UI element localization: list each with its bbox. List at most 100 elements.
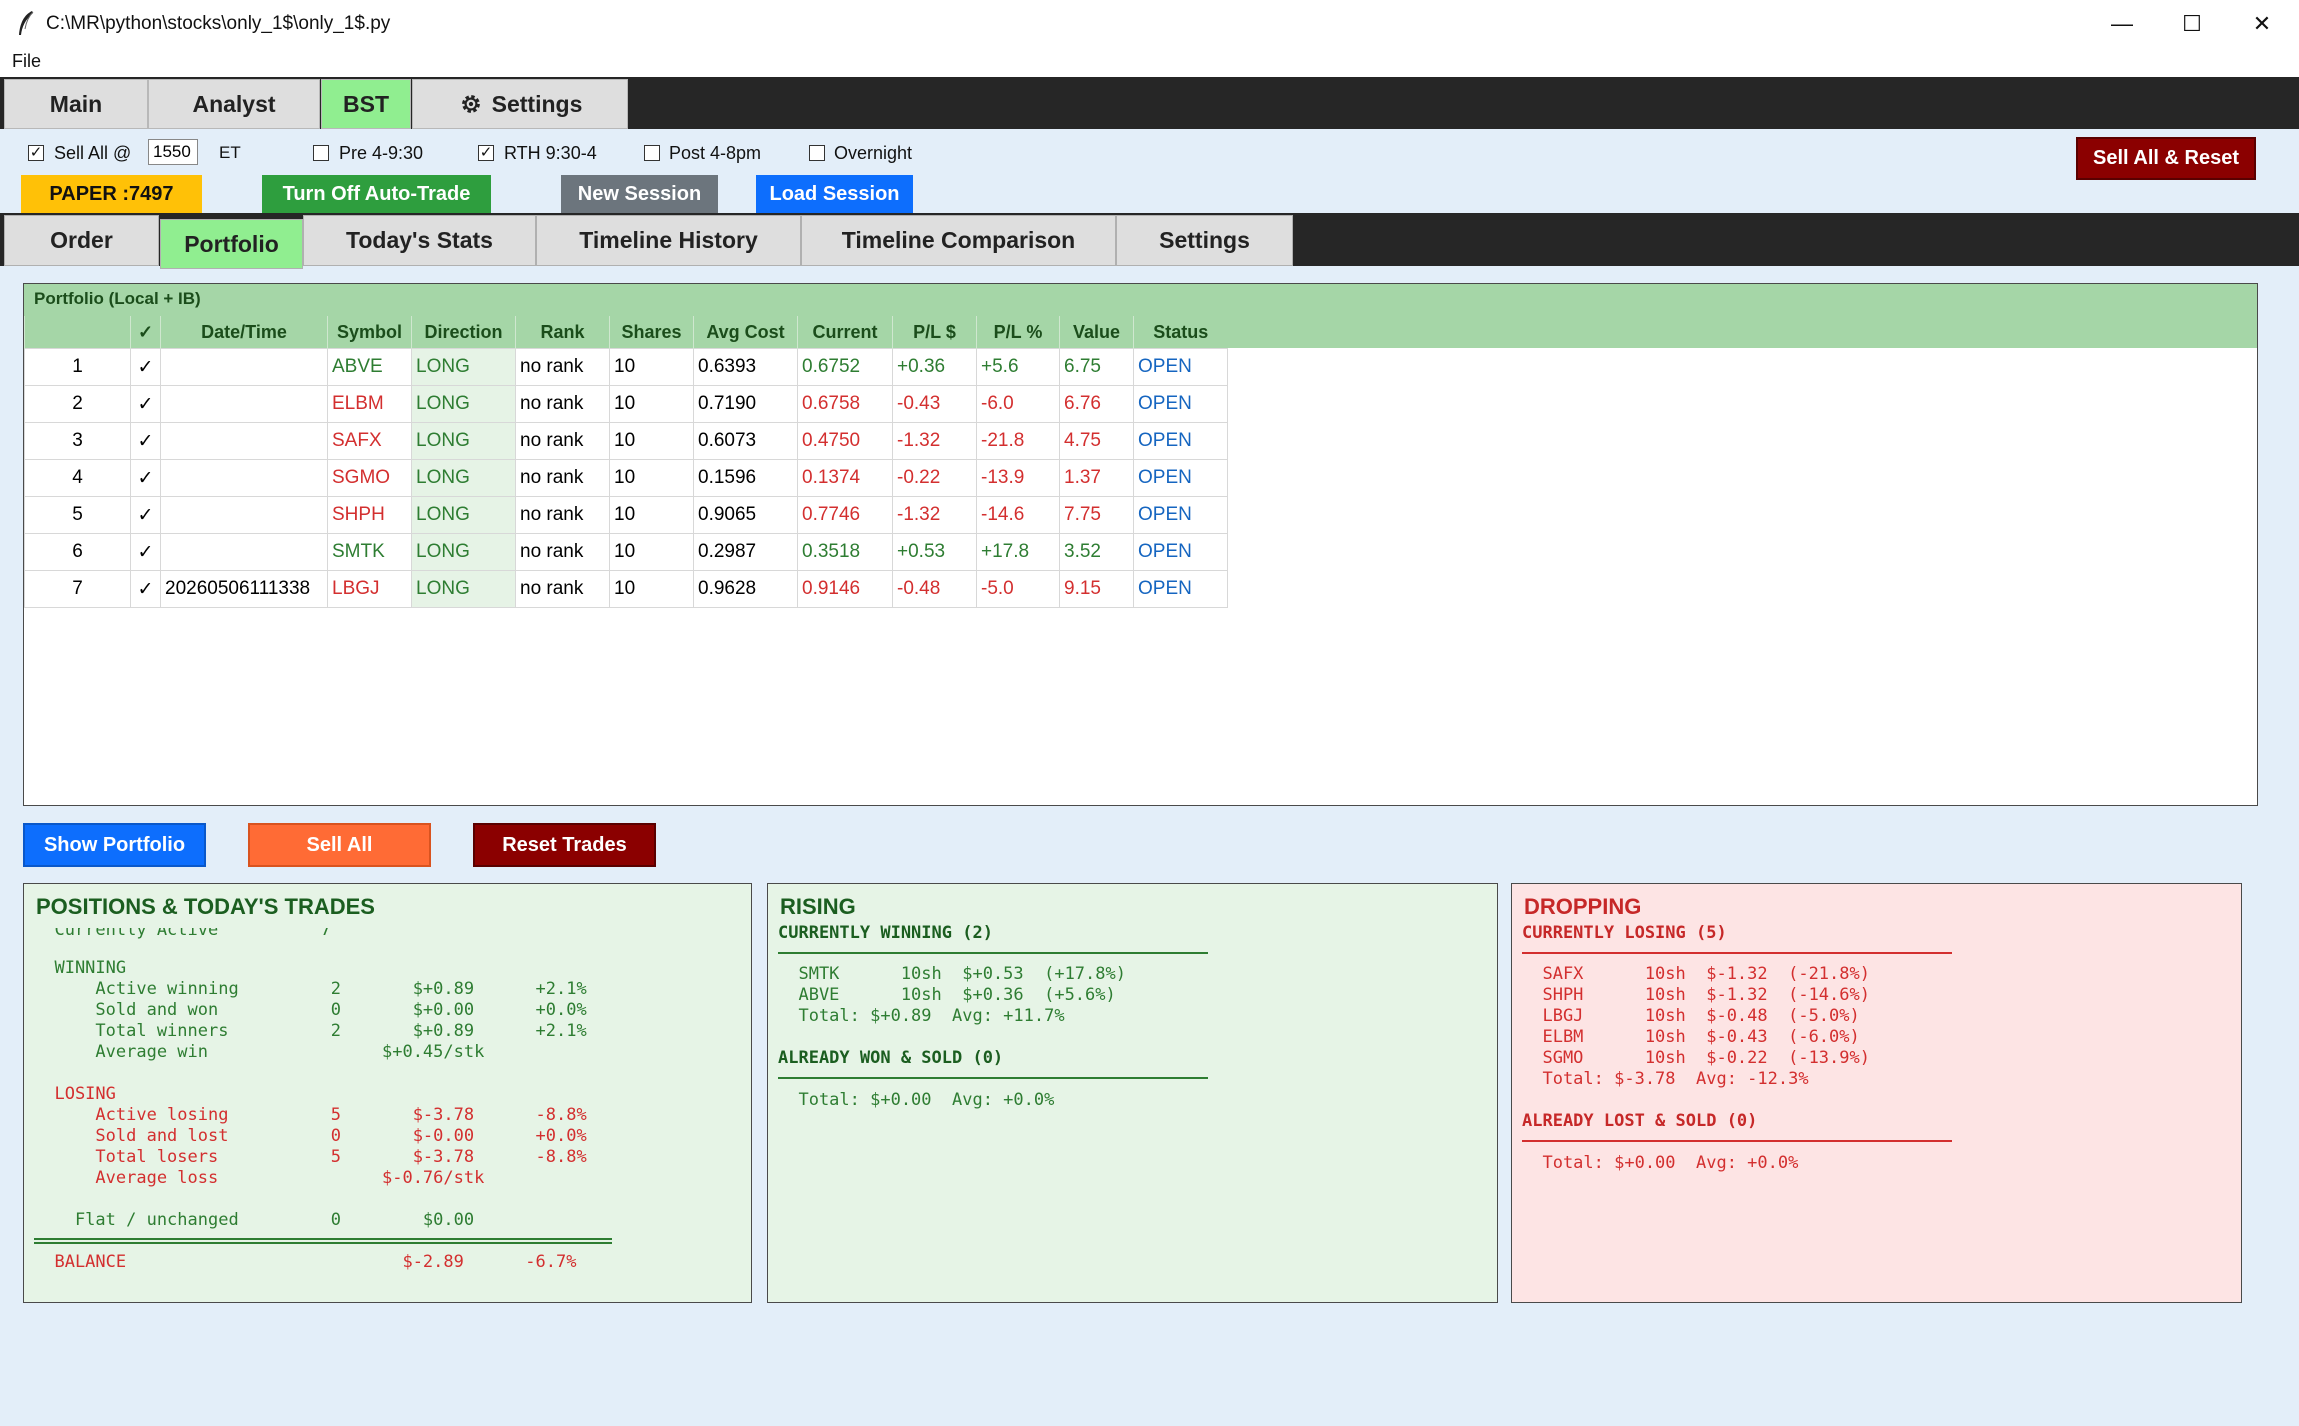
dropping-divider-1	[1522, 952, 1952, 954]
menu-bar: File	[0, 47, 2299, 78]
row-check: ✓	[130, 570, 161, 608]
tab-todays-stats[interactable]: Today's Stats	[303, 215, 536, 266]
positions-active-line: Currently Active 7	[34, 920, 331, 940]
rth-checkbox[interactable]: ✓	[478, 145, 494, 161]
row-direction: LONG	[411, 348, 516, 386]
sell-all-checkbox[interactable]: ✓	[28, 145, 44, 161]
col-pl-dollar[interactable]: P/L $	[892, 316, 977, 349]
row-rank: no rank	[515, 459, 610, 497]
post-checkbox[interactable]	[644, 145, 660, 161]
dropping-position-line: LBGJ 10sh $-0.48 (-5.0%)	[1522, 1006, 1860, 1026]
table-row[interactable]: 1 ✓ ABVE LONG no rank 10 0.6393 0.6752 +0.36 +5.6…	[24, 348, 1228, 386]
new-session-button[interactable]: New Session	[561, 175, 718, 213]
rising-title: RISING	[780, 894, 856, 919]
table-row[interactable]: 4 ✓ SGMO LONG no rank 10 0.1596 0.1374 -0.22 -13.…	[24, 459, 1228, 497]
col-index[interactable]	[24, 316, 131, 349]
row-pl-dollar: -1.32	[892, 496, 977, 534]
positions-flat-line: Flat / unchanged 0 $0.00	[34, 1210, 475, 1230]
row-status: OPEN	[1133, 533, 1228, 571]
row-shares: 10	[609, 385, 694, 423]
sell-all-button[interactable]: Sell All	[248, 823, 431, 867]
row-pl-dollar: -0.22	[892, 459, 977, 497]
row-pl-percent: +5.6	[976, 348, 1060, 386]
col-value[interactable]: Value	[1059, 316, 1134, 349]
dropping-position-line: Total: $-3.78 Avg: -12.3%	[1522, 1069, 1809, 1089]
positions-panel: POSITIONS & TODAY'S TRADES Currently Act…	[23, 883, 752, 1303]
portfolio-table: ✓ Date/Time Symbol Direction Rank Shares…	[24, 316, 1228, 608]
tab-analyst[interactable]: Analyst	[148, 79, 320, 129]
close-button[interactable]: ✕	[2228, 0, 2296, 47]
pre-checkbox[interactable]	[313, 145, 329, 161]
sell-all-reset-button[interactable]: Sell All & Reset	[2076, 137, 2256, 180]
menu-file[interactable]: File	[12, 51, 41, 72]
tab-timeline-comparison[interactable]: Timeline Comparison	[801, 215, 1116, 266]
row-symbol: LBGJ	[327, 570, 412, 608]
row-shares: 10	[609, 570, 694, 608]
tab-settings-top[interactable]: Settings	[412, 79, 628, 129]
rth-label: RTH 9:30-4	[504, 143, 597, 163]
table-header-row: ✓ Date/Time Symbol Direction Rank Shares…	[24, 316, 1228, 349]
table-row[interactable]: 7 ✓ 20260506111338 LBGJ LONG no rank 10 0.9628 0…	[24, 570, 1228, 608]
row-value: 1.37	[1059, 459, 1134, 497]
row-status: OPEN	[1133, 348, 1228, 386]
positions-winning-block: WINNING Active winning 2 $+0.89 +2.1% So…	[34, 958, 587, 1063]
reset-trades-button[interactable]: Reset Trades	[473, 823, 656, 867]
tab-settings-sub[interactable]: Settings	[1116, 215, 1293, 266]
tab-order[interactable]: Order	[4, 215, 159, 266]
losing-stat-line: Sold and lost 0 $-0.00 +0.0%	[34, 1126, 587, 1146]
row-direction: LONG	[411, 533, 516, 571]
row-avg-cost: 0.9065	[693, 496, 798, 534]
load-session-button[interactable]: Load Session	[756, 175, 913, 213]
losing-stat-line: LOSING	[34, 1084, 116, 1104]
col-datetime[interactable]: Date/Time	[160, 316, 328, 349]
sell-all-time-input[interactable]: 1550	[148, 139, 198, 165]
row-datetime	[160, 533, 328, 571]
minimize-button[interactable]: —	[2088, 0, 2156, 47]
winning-stat-line: Active winning 2 $+0.89 +2.1%	[34, 979, 587, 999]
row-index: 2	[24, 385, 131, 423]
row-check: ✓	[130, 385, 161, 423]
auto-trade-button[interactable]: Turn Off Auto-Trade	[262, 175, 491, 213]
paper-account-button[interactable]: PAPER :7497	[21, 175, 202, 213]
et-label: ET	[219, 143, 241, 162]
losing-stat-line: Total losers 5 $-3.78 -8.8%	[34, 1147, 587, 1167]
col-current[interactable]: Current	[797, 316, 893, 349]
dropping-position-line: SHPH 10sh $-1.32 (-14.6%)	[1522, 985, 1870, 1005]
row-value: 4.75	[1059, 422, 1134, 460]
tab-main[interactable]: Main	[4, 79, 148, 129]
row-avg-cost: 0.2987	[693, 533, 798, 571]
show-portfolio-button[interactable]: Show Portfolio	[23, 823, 206, 867]
tab-bst[interactable]: BST	[321, 79, 411, 129]
row-shares: 10	[609, 422, 694, 460]
row-rank: no rank	[515, 385, 610, 423]
row-index: 3	[24, 422, 131, 460]
row-value: 9.15	[1059, 570, 1134, 608]
overnight-checkbox[interactable]	[809, 145, 825, 161]
row-direction: LONG	[411, 459, 516, 497]
balance-divider	[34, 1238, 612, 1244]
col-status[interactable]: Status	[1133, 316, 1228, 349]
col-shares[interactable]: Shares	[609, 316, 694, 349]
row-status: OPEN	[1133, 496, 1228, 534]
row-datetime	[160, 422, 328, 460]
row-direction: LONG	[411, 570, 516, 608]
losing-stat-line: Active losing 5 $-3.78 -8.8%	[34, 1105, 587, 1125]
dropping-position-line: SGMO 10sh $-0.22 (-13.9%)	[1522, 1048, 1870, 1068]
table-row[interactable]: 3 ✓ SAFX LONG no rank 10 0.6073 0.4750 -1.32 -21.…	[24, 422, 1228, 460]
col-check[interactable]: ✓	[130, 316, 161, 349]
tab-settings-label: Settings	[491, 90, 583, 117]
row-pl-percent: -6.0	[976, 385, 1060, 423]
row-index: 7	[24, 570, 131, 608]
table-row[interactable]: 5 ✓ SHPH LONG no rank 10 0.9065 0.7746 -1.32 -14.…	[24, 496, 1228, 534]
col-pl-percent[interactable]: P/L %	[976, 316, 1060, 349]
col-direction[interactable]: Direction	[411, 316, 516, 349]
maximize-button[interactable]: ☐	[2158, 0, 2226, 47]
table-row[interactable]: 6 ✓ SMTK LONG no rank 10 0.2987 0.3518 +0.53 +17.…	[24, 533, 1228, 571]
table-row[interactable]: 2 ✓ ELBM LONG no rank 10 0.7190 0.6758 -0.43 -6.0…	[24, 385, 1228, 423]
col-rank[interactable]: Rank	[515, 316, 610, 349]
tab-timeline-history[interactable]: Timeline History	[536, 215, 801, 266]
dropping-sold-total: Total: $+0.00 Avg: +0.0%	[1522, 1153, 1799, 1173]
col-avg-cost[interactable]: Avg Cost	[693, 316, 798, 349]
tab-portfolio[interactable]: Portfolio	[160, 219, 303, 269]
col-symbol[interactable]: Symbol	[327, 316, 412, 349]
